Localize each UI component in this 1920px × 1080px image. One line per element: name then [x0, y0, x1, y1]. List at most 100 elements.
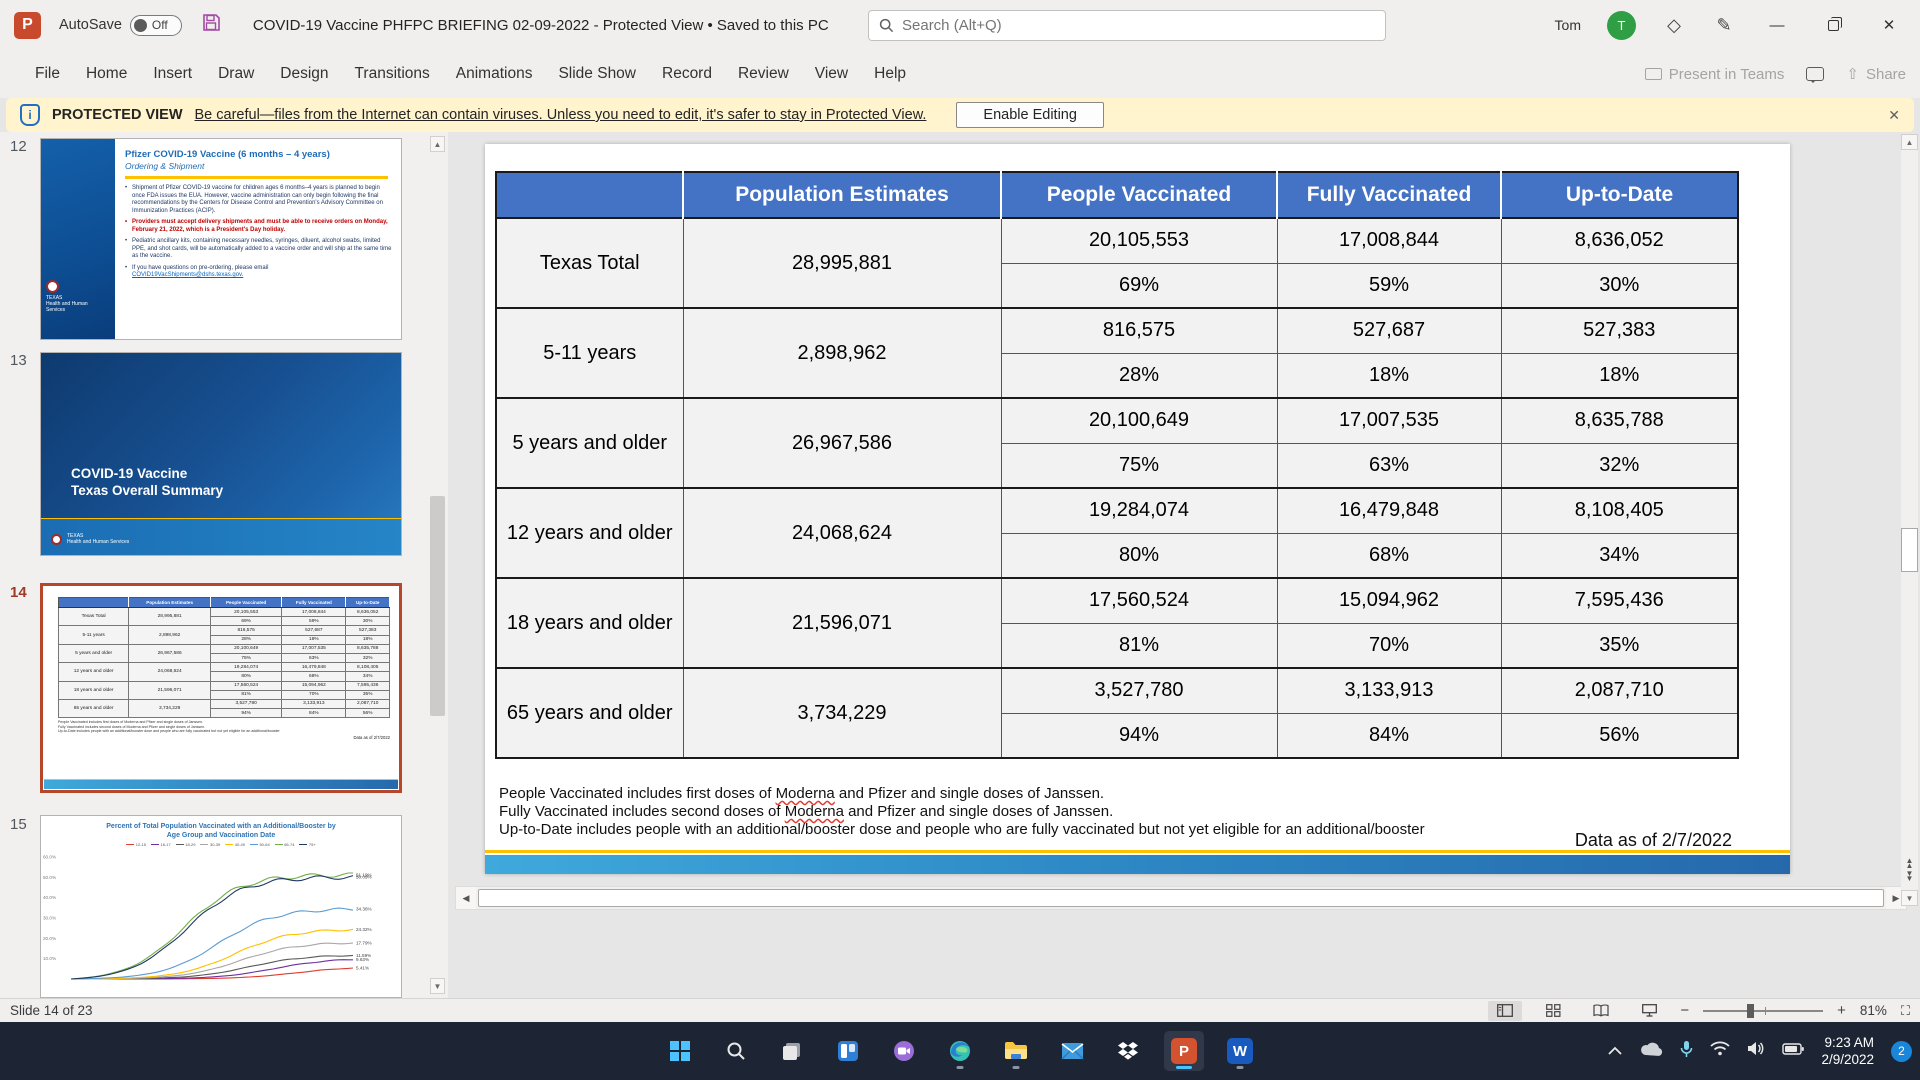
share-button[interactable]: ⇧ Share: [1846, 65, 1906, 83]
save-icon[interactable]: [202, 13, 221, 37]
close-button[interactable]: ✕: [1874, 10, 1904, 40]
minimize-button[interactable]: —: [1762, 10, 1792, 40]
tray-expand-chevron-icon[interactable]: [1608, 1042, 1622, 1060]
tab-transitions[interactable]: Transitions: [342, 57, 443, 91]
reading-view-button[interactable]: [1584, 1001, 1618, 1021]
user-name[interactable]: Tom: [1555, 17, 1581, 33]
powerpoint-taskbar-button[interactable]: P: [1164, 1031, 1204, 1071]
table-cell: 816,575: [1001, 308, 1277, 353]
tab-help[interactable]: Help: [861, 57, 919, 91]
tab-animations[interactable]: Animations: [443, 57, 546, 91]
mail-button[interactable]: [1052, 1031, 1092, 1071]
table-cell: 527,383: [1501, 308, 1738, 353]
slide-sorter-view-button[interactable]: [1536, 1001, 1570, 1021]
thumbnail-slide-14-selected[interactable]: Population EstimatesPeople VaccinatedFul…: [40, 583, 402, 793]
zoom-in-button[interactable]: +: [1837, 1002, 1846, 1019]
wifi-icon[interactable]: [1710, 1041, 1730, 1061]
autosave-state: Off: [152, 18, 168, 32]
tab-insert[interactable]: Insert: [140, 57, 205, 91]
tab-home[interactable]: Home: [73, 57, 140, 91]
dropbox-button[interactable]: [1108, 1031, 1148, 1071]
column-header: People Vaccinated: [211, 598, 282, 608]
vertical-scrollbar[interactable]: ▲ ▼: [1901, 134, 1918, 906]
search-box[interactable]: [868, 10, 1386, 41]
task-view-button[interactable]: [772, 1031, 812, 1071]
search-input[interactable]: [902, 17, 1342, 34]
user-avatar[interactable]: T: [1607, 11, 1636, 40]
previous-slide-button[interactable]: ▲▲: [1906, 858, 1914, 868]
tab-draw[interactable]: Draw: [205, 57, 267, 91]
table-cell: 15,094,962: [282, 681, 346, 690]
autosave-toggle[interactable]: Off: [130, 15, 182, 36]
tab-record[interactable]: Record: [649, 57, 725, 91]
table-cell: 59%: [282, 617, 346, 626]
tab-view[interactable]: View: [802, 57, 861, 91]
editor-pen-icon[interactable]: ✎: [1712, 15, 1736, 36]
table-cell: 81%: [211, 690, 282, 699]
panel-scrollbar[interactable]: ▲ ▼: [430, 136, 445, 994]
slide14-blue-band: [44, 780, 398, 789]
grid-view-icon: [1546, 1004, 1561, 1017]
present-in-teams-button[interactable]: Present in Teams: [1645, 66, 1785, 83]
zoom-percentage[interactable]: 81%: [1860, 1003, 1887, 1018]
table-cell: 35%: [1501, 623, 1738, 668]
teams-chat-button[interactable]: [884, 1031, 924, 1071]
horizontal-scrollbar[interactable]: ◀ ▶: [455, 886, 1907, 910]
zoom-slider[interactable]: [1703, 1010, 1823, 1012]
column-header: Fully Vaccinated: [1277, 172, 1501, 218]
notification-badge[interactable]: 2: [1891, 1041, 1912, 1062]
widgets-icon: [837, 1040, 859, 1062]
taskbar-clock[interactable]: 9:23 AM 2/9/2022: [1821, 1034, 1874, 1068]
zoom-slider-thumb[interactable]: [1747, 1004, 1754, 1018]
scroll-left-icon[interactable]: ◀: [456, 887, 476, 909]
word-taskbar-button[interactable]: W: [1220, 1031, 1260, 1071]
table-cell: 8,108,405: [346, 663, 390, 672]
table-cell: 59%: [1277, 263, 1501, 308]
tab-review[interactable]: Review: [725, 57, 802, 91]
thumbnail-slide-12[interactable]: TEXASHealth and HumanServices Pfizer COV…: [40, 138, 402, 340]
scroll-down-icon[interactable]: ▼: [1901, 890, 1918, 906]
enable-editing-button[interactable]: Enable Editing: [956, 102, 1104, 128]
tab-file[interactable]: File: [22, 57, 73, 91]
onedrive-icon[interactable]: [1639, 1041, 1663, 1061]
normal-view-button[interactable]: [1488, 1001, 1522, 1021]
protected-view-message[interactable]: Be careful—files from the Internet can c…: [195, 107, 927, 123]
vertical-scroll-thumb[interactable]: [1901, 528, 1918, 572]
texas-dshs-logo: TEXASHealth and HumanServices: [46, 280, 88, 313]
tab-design[interactable]: Design: [267, 57, 341, 91]
fit-slide-to-window-icon[interactable]: ⛶: [1901, 1003, 1910, 1019]
slideshow-view-button[interactable]: [1632, 1001, 1666, 1021]
slide12-subtitle: Ordering & Shipment: [125, 161, 393, 171]
banner-close-icon[interactable]: ✕: [1888, 107, 1900, 124]
table-cell: 35%: [346, 690, 390, 699]
edge-browser-button[interactable]: [940, 1031, 980, 1071]
thumbnail-slide-15[interactable]: Percent of Total Population Vaccinated w…: [40, 815, 402, 998]
comments-icon[interactable]: [1806, 67, 1824, 81]
file-explorer-button[interactable]: [996, 1031, 1036, 1071]
horizontal-scroll-thumb[interactable]: [478, 889, 1884, 907]
start-button[interactable]: [660, 1031, 700, 1071]
panel-scroll-thumb[interactable]: [430, 496, 445, 716]
battery-icon[interactable]: [1782, 1042, 1804, 1060]
widgets-button[interactable]: [828, 1031, 868, 1071]
table-row-group: 12 years and older24,068,62419,284,07416…: [496, 488, 1738, 578]
zoom-out-button[interactable]: −: [1680, 1002, 1689, 1019]
table-cell: 17,560,524: [1001, 578, 1277, 623]
restore-button[interactable]: [1818, 10, 1848, 40]
taskbar-search-button[interactable]: [716, 1031, 756, 1071]
table-cell: 527,687: [1277, 308, 1501, 353]
panel-scroll-down-icon[interactable]: ▼: [430, 978, 445, 994]
speaker-icon[interactable]: [1747, 1041, 1765, 1061]
table-cell: 65 years and older: [496, 668, 683, 758]
panel-scroll-up-icon[interactable]: ▲: [430, 136, 445, 152]
tab-slide-show[interactable]: Slide Show: [545, 57, 649, 91]
slide-canvas[interactable]: Population EstimatesPeople VaccinatedFul…: [485, 144, 1790, 874]
table-cell: 17,008,844: [282, 608, 346, 617]
coming-soon-gem-icon[interactable]: ◇: [1662, 15, 1686, 36]
microphone-icon[interactable]: [1680, 1040, 1693, 1063]
table-cell: 5 years and older: [59, 644, 129, 662]
table-cell: 68%: [282, 672, 346, 681]
scroll-up-icon[interactable]: ▲: [1901, 134, 1918, 150]
thumbnail-slide-13[interactable]: COVID-19 Vaccine Texas Overall Summary T…: [40, 352, 402, 556]
next-slide-button[interactable]: ▼▼: [1906, 871, 1914, 881]
